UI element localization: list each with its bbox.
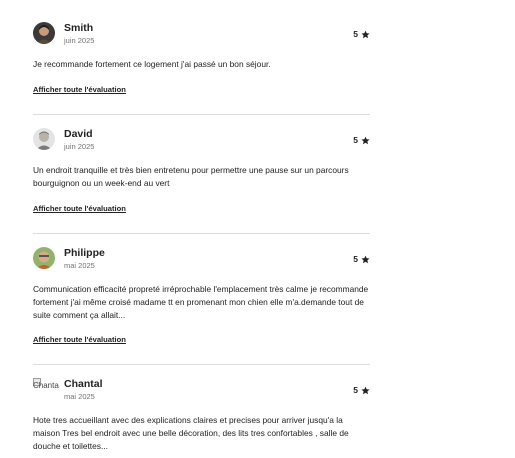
review-date: mai 2025: [64, 392, 95, 401]
user-photo-icon: [33, 247, 55, 269]
review-date: juin 2025: [64, 142, 95, 151]
divider: [33, 364, 370, 365]
rating-value: 5: [353, 254, 358, 264]
rating-value: 5: [353, 385, 358, 395]
rating: 5: [353, 135, 370, 145]
show-full-review-link[interactable]: Afficher toute l'évaluation: [33, 204, 126, 214]
star-icon: [361, 136, 370, 145]
review-date: juin 2025: [64, 36, 95, 45]
show-full-review-link[interactable]: Afficher toute l'évaluation: [33, 85, 126, 95]
divider: [33, 114, 370, 115]
review-header: David juin 2025 5: [33, 128, 370, 154]
review-item: Smith juin 2025 5 Je recommande fortemen…: [33, 22, 370, 97]
review-header: Chantal Chantal mai 2025 5: [33, 378, 370, 404]
avatar-alt-text: Chantal: [33, 381, 59, 390]
avatar[interactable]: [33, 128, 55, 150]
review-text: Un endroit tranquille et très bien entre…: [33, 165, 349, 188]
review-date: mai 2025: [64, 261, 95, 270]
divider: [33, 233, 370, 234]
avatar[interactable]: Chantal: [33, 378, 59, 400]
rating: 5: [353, 29, 370, 39]
user-photo-icon: [33, 128, 55, 150]
author-name: Smith: [64, 22, 94, 34]
rating: 5: [353, 254, 370, 264]
star-icon: [361, 255, 370, 264]
author-name: Philippe: [64, 247, 105, 259]
show-full-review-link[interactable]: Afficher toute l'évaluation: [33, 335, 126, 345]
user-photo-icon: [33, 22, 55, 44]
star-icon: [361, 386, 370, 395]
review-item: David juin 2025 5 Un endroit tranquille …: [33, 128, 370, 216]
author-name: David: [64, 128, 93, 140]
avatar[interactable]: [33, 247, 55, 269]
star-icon: [361, 30, 370, 39]
author-name: Chantal: [64, 378, 103, 390]
rating-value: 5: [353, 135, 358, 145]
review-text: Hote tres accueillant avec des explicati…: [33, 415, 349, 451]
review-header: Philippe mai 2025 5: [33, 247, 370, 273]
review-text: Je recommande fortement ce logement j'ai…: [33, 59, 271, 69]
rating: 5: [353, 385, 370, 395]
review-item: Chantal Chantal mai 2025 5 Hote tres acc…: [33, 378, 370, 453]
rating-value: 5: [353, 29, 358, 39]
review-text: Communication efficacité propreté irrépr…: [33, 284, 369, 320]
avatar[interactable]: [33, 22, 55, 44]
review-item: Philippe mai 2025 5 Communication effica…: [33, 247, 370, 347]
review-header: Smith juin 2025 5: [33, 22, 370, 48]
